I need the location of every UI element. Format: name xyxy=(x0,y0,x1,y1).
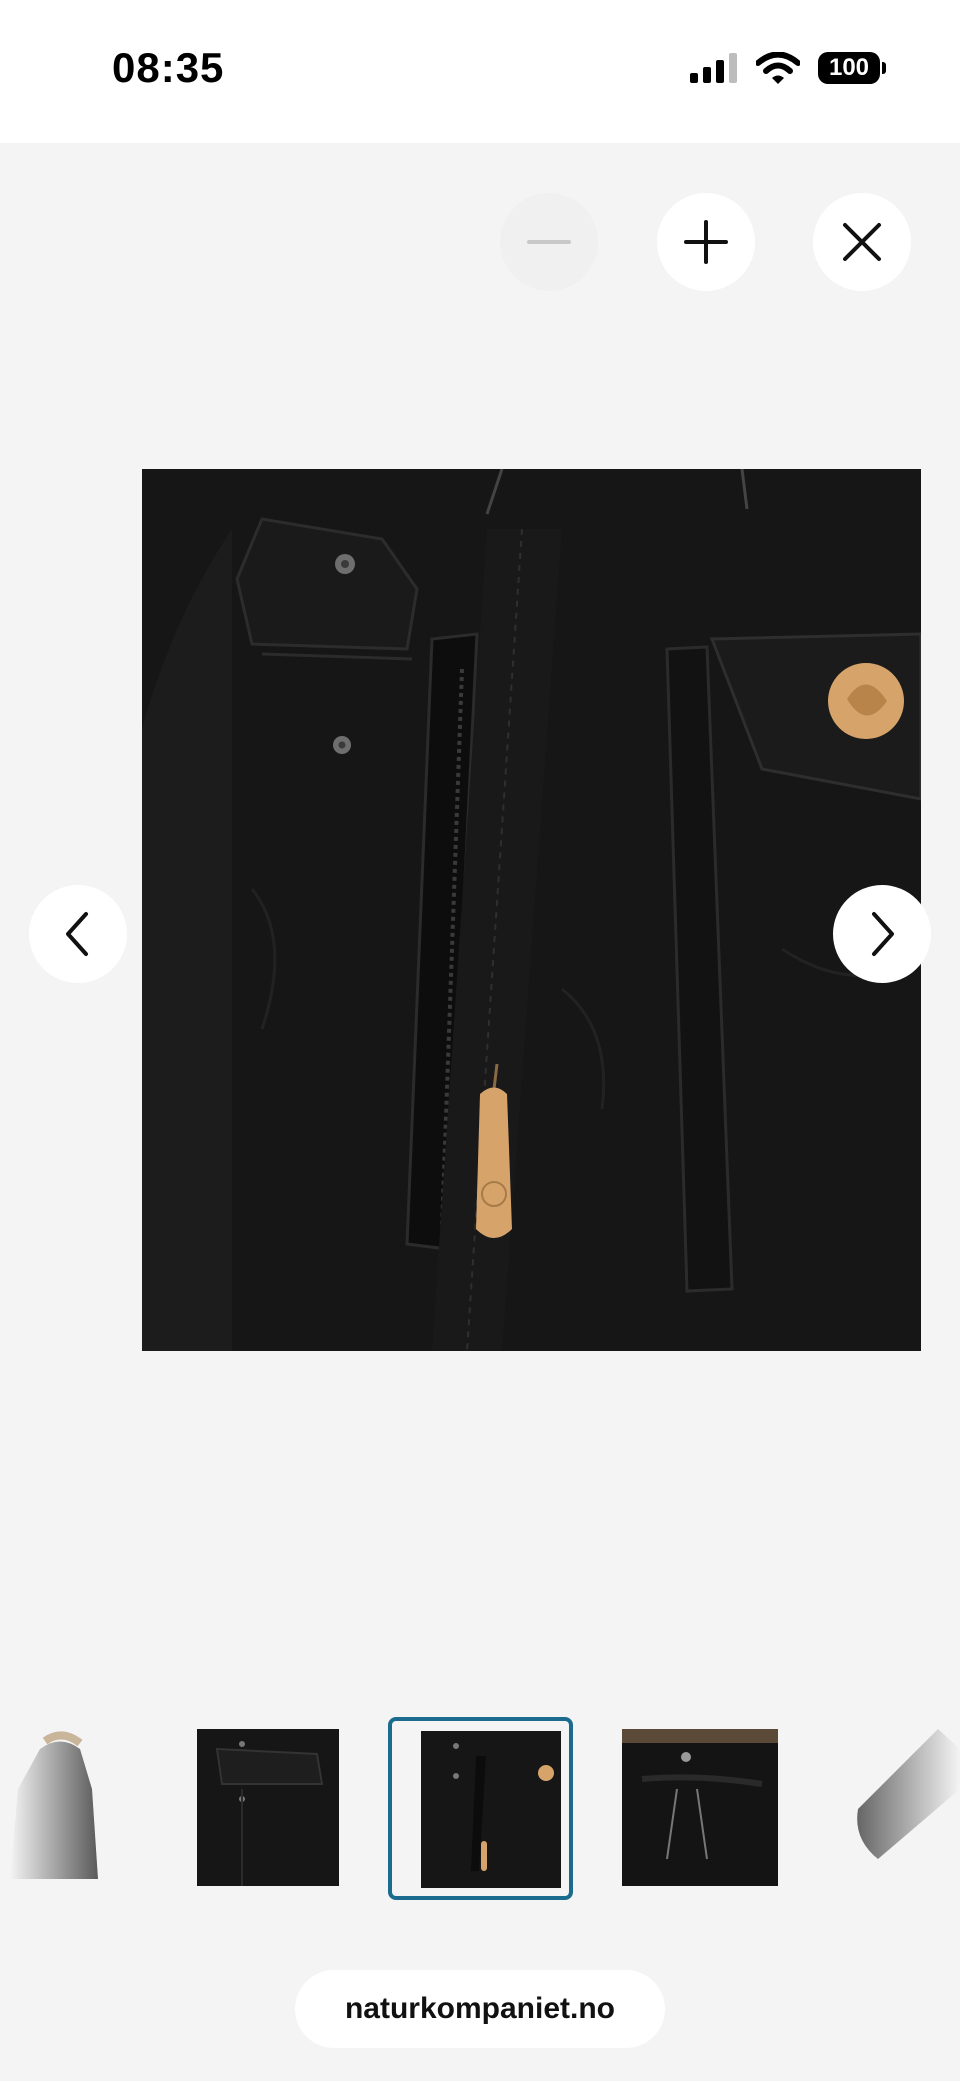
thumbnail-item-selected[interactable] xyxy=(388,1717,573,1900)
plus-icon xyxy=(684,220,728,264)
battery-icon: 100 xyxy=(818,52,886,84)
chevron-left-icon xyxy=(66,912,88,956)
thumbnail-item[interactable] xyxy=(622,1729,778,1886)
thumbnail-item[interactable] xyxy=(848,1729,960,1886)
chest-pocket-thumbnail xyxy=(197,1729,339,1886)
sleeve-thumbnail xyxy=(857,1729,960,1859)
next-image-button[interactable] xyxy=(833,885,931,983)
chevron-right-icon xyxy=(872,912,894,956)
parka-grey-thumbnail xyxy=(10,1731,98,1879)
minus-icon xyxy=(527,240,571,244)
status-bar: 08:35 100 xyxy=(0,0,960,143)
thumbnail-strip xyxy=(0,1710,960,1910)
jacket-detail-illustration xyxy=(142,469,921,1351)
zoom-out-button[interactable] xyxy=(500,193,598,291)
thumbnail-item[interactable] xyxy=(0,1729,100,1886)
previous-image-button[interactable] xyxy=(29,885,127,983)
battery-level: 100 xyxy=(828,54,870,81)
close-icon xyxy=(843,223,881,261)
status-icons: 100 xyxy=(690,52,886,84)
thumbnail-item[interactable] xyxy=(197,1729,339,1886)
zipper-detail-thumbnail xyxy=(421,1731,561,1888)
close-button[interactable] xyxy=(813,193,911,291)
url-bar[interactable]: naturkompaniet.no xyxy=(295,1970,665,2048)
cellular-signal-icon xyxy=(690,53,737,83)
main-product-image[interactable] xyxy=(142,469,921,1351)
hood-drawcord-thumbnail xyxy=(622,1729,778,1886)
status-time: 08:35 xyxy=(112,44,225,91)
wifi-icon xyxy=(756,52,800,84)
url-text: naturkompaniet.no xyxy=(344,1992,615,2025)
zoom-in-button[interactable] xyxy=(657,193,755,291)
